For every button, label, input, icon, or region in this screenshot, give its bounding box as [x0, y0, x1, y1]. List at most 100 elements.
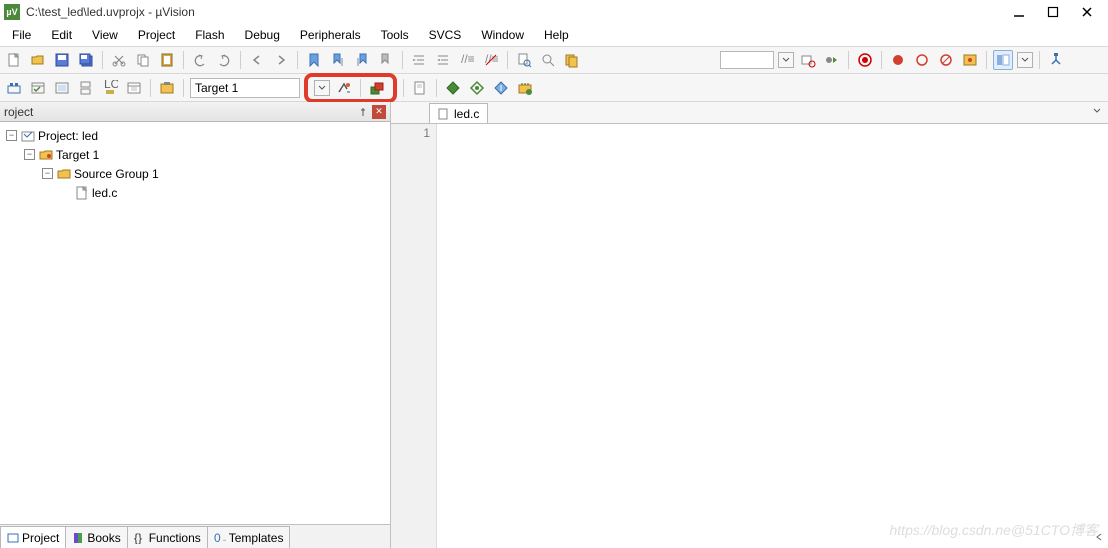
highlight-annotation	[304, 73, 397, 103]
manage-components-button[interactable]	[515, 78, 535, 98]
project-panel-header: roject ✕	[0, 102, 390, 122]
find-combo[interactable]	[720, 51, 774, 69]
maximize-button[interactable]	[1044, 3, 1062, 21]
outdent-button[interactable]	[433, 50, 453, 70]
copy-button[interactable]	[133, 50, 153, 70]
batch-build-button[interactable]	[76, 78, 96, 98]
tree-group[interactable]: − Source Group 1	[4, 164, 386, 183]
code-area[interactable]	[437, 124, 1108, 548]
target-options-button[interactable]	[157, 78, 177, 98]
file-extensions-button[interactable]	[410, 78, 430, 98]
chevron-left-icon[interactable]	[1094, 532, 1104, 542]
c-file-icon	[438, 108, 450, 120]
tree-root[interactable]: − Project: led	[4, 126, 386, 145]
tree-label: Source Group 1	[74, 167, 159, 181]
tab-label: Project	[22, 531, 59, 545]
new-file-button[interactable]	[4, 50, 24, 70]
uncomment-block-button[interactable]: //≡	[481, 50, 501, 70]
incremental-find-button[interactable]	[562, 50, 582, 70]
tab-project[interactable]: Project	[0, 526, 66, 548]
tab-overflow-button[interactable]	[1092, 106, 1102, 116]
close-button[interactable]	[1078, 3, 1096, 21]
toolbar-main: //≡ //≡	[0, 46, 1108, 74]
download-button[interactable]	[124, 78, 144, 98]
svg-text:{}: {}	[134, 532, 142, 544]
editor-tab-ledc[interactable]: led.c	[429, 103, 488, 123]
menu-window[interactable]: Window	[471, 28, 534, 42]
translate-button[interactable]	[4, 78, 24, 98]
expand-icon[interactable]: −	[42, 168, 53, 179]
redo-button[interactable]	[214, 50, 234, 70]
save-all-button[interactable]	[76, 50, 96, 70]
undo-button[interactable]	[190, 50, 210, 70]
bookmark-prev-button[interactable]	[328, 50, 348, 70]
save-button[interactable]	[52, 50, 72, 70]
bookmark-clear-button[interactable]	[376, 50, 396, 70]
find-in-files-button[interactable]	[514, 50, 534, 70]
menubar: File Edit View Project Flash Debug Perip…	[0, 24, 1108, 46]
menu-svcs[interactable]: SVCS	[419, 28, 472, 42]
project-panel: roject ✕ − Project: led − Target 1 − Sou…	[0, 102, 391, 548]
tab-functions[interactable]: {} Functions	[127, 526, 208, 548]
expand-icon[interactable]: −	[6, 130, 17, 141]
target-select-value: Target 1	[195, 81, 238, 95]
minimize-button[interactable]	[1010, 3, 1028, 21]
nav-forward-button[interactable]	[271, 50, 291, 70]
separator	[183, 79, 184, 97]
breakpoint-insert-button[interactable]	[822, 50, 842, 70]
options-for-target-button[interactable]	[334, 78, 354, 98]
separator	[881, 51, 882, 69]
manage-project-items-button[interactable]	[367, 78, 387, 98]
paste-button[interactable]	[157, 50, 177, 70]
open-file-button[interactable]	[28, 50, 48, 70]
build-button[interactable]	[28, 78, 48, 98]
nav-back-button[interactable]	[247, 50, 267, 70]
target-select[interactable]: Target 1	[190, 78, 300, 98]
layout-dropdown[interactable]	[1017, 52, 1033, 68]
tab-templates[interactable]: 0→ Templates	[207, 526, 291, 548]
comment-block-button[interactable]: //≡	[457, 50, 477, 70]
target-dropdown[interactable]	[314, 80, 330, 96]
panel-close-button[interactable]: ✕	[372, 105, 386, 119]
tab-books[interactable]: Books	[65, 526, 127, 548]
separator	[403, 79, 404, 97]
manage-rte-button[interactable]	[443, 78, 463, 98]
find-dropdown[interactable]	[778, 52, 794, 68]
breakpoint-kill-button[interactable]	[936, 50, 956, 70]
pack-installer-button[interactable]	[491, 78, 511, 98]
menu-file[interactable]: File	[2, 28, 41, 42]
cut-button[interactable]	[109, 50, 129, 70]
bookmark-toggle-button[interactable]	[304, 50, 324, 70]
indent-button[interactable]	[409, 50, 429, 70]
menu-help[interactable]: Help	[534, 28, 579, 42]
menu-flash[interactable]: Flash	[185, 28, 234, 42]
breakpoint-disable-button[interactable]	[912, 50, 932, 70]
window-layout-button[interactable]	[993, 50, 1013, 70]
stop-build-button[interactable]: LOAD	[100, 78, 120, 98]
expand-icon[interactable]: −	[24, 149, 35, 160]
menu-peripherals[interactable]: Peripherals	[290, 28, 371, 42]
project-tree[interactable]: − Project: led − Target 1 − Source Group…	[0, 122, 390, 524]
line-gutter: 1	[391, 124, 437, 548]
find-button[interactable]	[538, 50, 558, 70]
tree-file[interactable]: led.c	[4, 183, 386, 202]
separator	[848, 51, 849, 69]
separator	[1039, 51, 1040, 69]
menu-tools[interactable]: Tools	[371, 28, 419, 42]
debug-run-button[interactable]	[855, 50, 875, 70]
rebuild-button[interactable]	[52, 78, 72, 98]
menu-project[interactable]: Project	[128, 28, 185, 42]
menu-edit[interactable]: Edit	[41, 28, 82, 42]
breakpoint-toggle-button[interactable]	[888, 50, 908, 70]
select-packs-button[interactable]	[467, 78, 487, 98]
editor-tab-label: led.c	[454, 107, 479, 121]
breakpoint-window-button[interactable]	[960, 50, 980, 70]
tab-label: Books	[87, 531, 120, 545]
menu-debug[interactable]: Debug	[235, 28, 290, 42]
pin-icon[interactable]	[356, 105, 370, 119]
debug-start-button[interactable]	[798, 50, 818, 70]
bookmark-next-button[interactable]	[352, 50, 372, 70]
tree-target[interactable]: − Target 1	[4, 145, 386, 164]
menu-view[interactable]: View	[82, 28, 128, 42]
configure-button[interactable]	[1046, 50, 1066, 70]
